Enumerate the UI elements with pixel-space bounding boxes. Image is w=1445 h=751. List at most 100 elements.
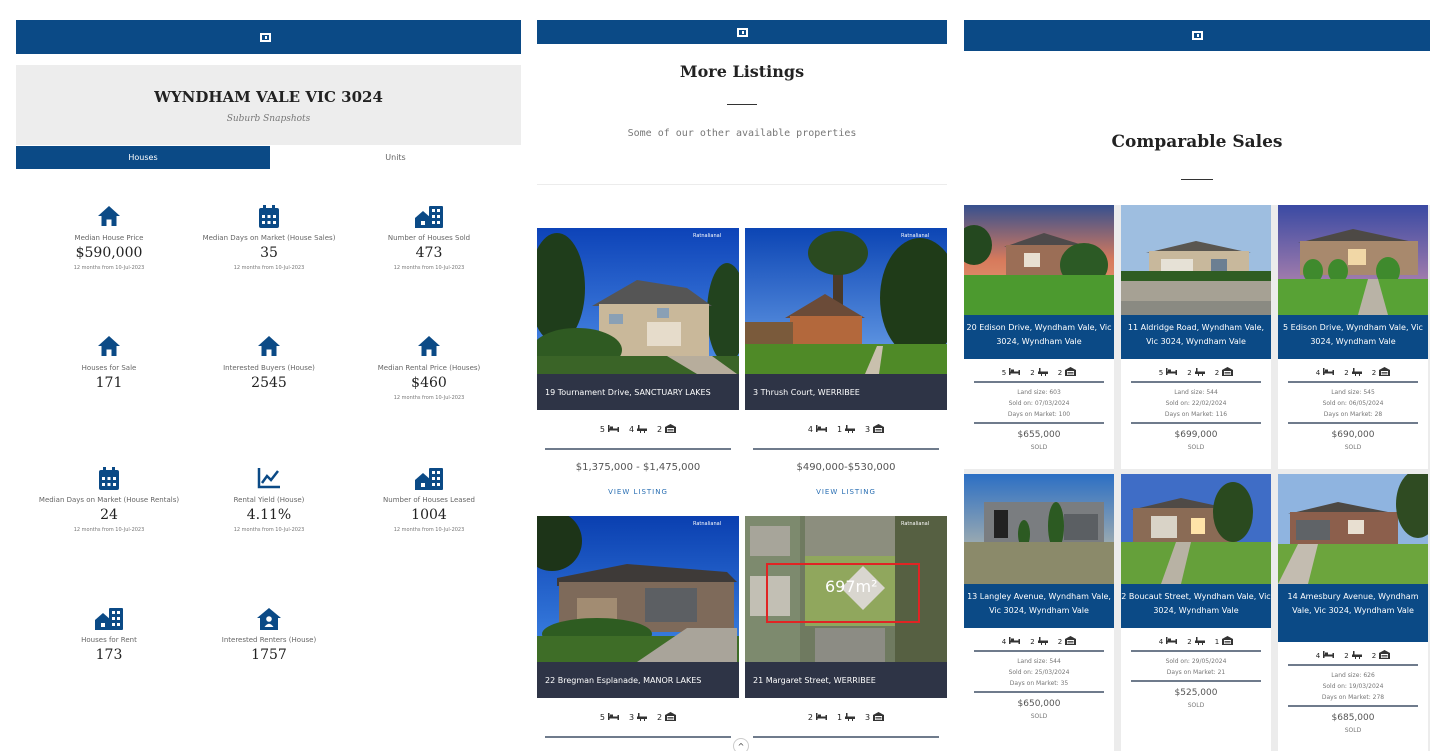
comparable-address[interactable]: 5 Edison Drive, Wyndham Vale, Vic 3024, …: [1278, 315, 1428, 359]
comparable-card[interactable]: 20 Edison Drive, Wyndham Vale, Vic 3024,…: [964, 205, 1114, 469]
listing-address[interactable]: 19 Tournament Drive, SANCTUARY LAKES: [537, 374, 739, 410]
brand-logo[interactable]: [1191, 31, 1203, 40]
listing-card[interactable]: 697m² Ratnalianal 21 Margaret Street, WERR…: [745, 516, 947, 751]
stat-item: Interested Renters (House) 1757: [189, 607, 349, 663]
comparable-photo[interactable]: [1278, 474, 1428, 584]
feature-cars: 2: [1215, 367, 1234, 378]
comparable-address[interactable]: 20 Edison Drive, Wyndham Vale, Vic 3024,…: [964, 315, 1114, 359]
stat-note: 12 months from 10-Jul-2023: [73, 527, 145, 533]
listing-photo[interactable]: Ratnalianal: [745, 228, 947, 374]
listing-photo[interactable]: Ratnalianal: [537, 516, 739, 662]
listing-photo[interactable]: 697m² Ratnalianal: [745, 516, 947, 662]
car-icon: [1222, 367, 1234, 378]
stat-label: Interested Renters (House): [221, 636, 317, 644]
feature-beds: 2: [808, 712, 827, 723]
listing-features: 2 1 3: [745, 712, 947, 723]
brand-logo[interactable]: [260, 32, 276, 42]
comparable-address[interactable]: 14 Amesbury Avenue, Wyndham Vale, Vic 30…: [1278, 584, 1428, 642]
feature-count: 4: [1315, 368, 1321, 377]
comparable-address[interactable]: 2 Boucaut Street, Wyndham Vale, Vic 3024…: [1121, 584, 1271, 628]
comparable-card[interactable]: 11 Aldridge Road, Wyndham Vale, Vic 3024…: [1121, 205, 1271, 469]
stat-value: 171: [95, 375, 123, 391]
feature-divider: [1288, 381, 1418, 383]
detail-line: Land size: 544: [1174, 389, 1218, 396]
bath-icon: [1037, 367, 1048, 378]
suburb-snapshot-panel: WYNDHAM VALE VIC 3024 Suburb Snapshots H…: [16, 0, 521, 751]
comparable-sales-panel: Comparable Sales 20 Edison Drive, Wyndha…: [964, 0, 1430, 751]
stat-note: 12 months from 10-Jul-2023: [393, 527, 465, 533]
sold-label: SOLD: [1344, 444, 1362, 451]
listing-features: 5 3 2: [537, 712, 739, 723]
listing-address[interactable]: 21 Margaret Street, WERRIBEE: [745, 662, 947, 698]
divider: [537, 184, 947, 185]
feature-count: 2: [1371, 651, 1377, 660]
car-icon: [873, 424, 885, 435]
stat-item: Number of Houses Leased 1004 12 months fro…: [349, 467, 509, 533]
bath-icon: [845, 712, 856, 723]
listing-address[interactable]: 3 Thrush Court, WERRIBEE: [745, 374, 947, 410]
car-icon: [665, 424, 677, 435]
bath-icon: [1351, 650, 1362, 661]
feature-baths: 2: [1030, 636, 1048, 647]
sold-label: SOLD: [1344, 727, 1362, 734]
section-title: More Listings: [679, 62, 805, 81]
feature-count: 2: [1187, 368, 1192, 377]
comparable-photo[interactable]: [1121, 474, 1271, 584]
comparable-photo[interactable]: [964, 205, 1114, 315]
house-icon: [29, 335, 189, 361]
comparable-features: 4 2 1: [1121, 636, 1271, 647]
stat-value: 1757: [251, 647, 287, 663]
stat-item: Median Days on Market (House Rentals) 24 1…: [29, 467, 189, 533]
title-rule: [727, 104, 757, 105]
comparable-photo[interactable]: [1121, 205, 1271, 315]
view-listing-link[interactable]: VIEW LISTING: [745, 488, 947, 496]
view-listing-link[interactable]: VIEW LISTING: [537, 488, 739, 496]
stat-label: Number of Houses Sold: [387, 234, 471, 242]
brand-logo[interactable]: [736, 27, 748, 37]
comparable-features: 4 2 2: [1278, 367, 1428, 378]
bath-icon: [845, 424, 856, 435]
details-divider: [1131, 680, 1261, 682]
feature-divider: [974, 650, 1104, 652]
listing-address[interactable]: 22 Bregman Esplanade, MANOR LAKES: [537, 662, 739, 698]
comparable-details: Land size: 544 Sold on: 22/02/2024 Days on…: [1121, 387, 1271, 420]
comparable-address[interactable]: 11 Aldridge Road, Wyndham Vale, Vic 3024…: [1121, 315, 1271, 359]
listing-card[interactable]: Ratnalianal 3 Thrush Court, WERRIBEE 4 1 3 $4…: [745, 228, 947, 514]
comparable-card[interactable]: 5 Edison Drive, Wyndham Vale, Vic 3024, …: [1278, 205, 1428, 469]
comparable-photo[interactable]: [964, 474, 1114, 584]
detail-line: Sold on: 22/02/2024: [1165, 400, 1227, 407]
suburb-subtitle: Suburb Snapshots: [226, 114, 311, 124]
bath-icon: [637, 424, 648, 435]
brand-header: [964, 20, 1430, 51]
listing-price: $490,000-$530,000: [796, 462, 896, 473]
comparable-card[interactable]: 14 Amesbury Avenue, Wyndham Vale, Vic 30…: [1278, 474, 1428, 751]
feature-baths: 2: [1187, 636, 1205, 647]
listing-card[interactable]: Ratnalianal 22 Bregman Esplanade, MANOR L…: [537, 516, 739, 751]
comparable-card[interactable]: 13 Langley Avenue, Wyndham Vale, Vic 302…: [964, 474, 1114, 751]
comparable-address[interactable]: 13 Langley Avenue, Wyndham Vale, Vic 302…: [964, 584, 1114, 628]
comparable-features: 5 2 2: [1121, 367, 1271, 378]
tab-units[interactable]: Units: [270, 146, 521, 169]
comparable-card[interactable]: 2 Boucaut Street, Wyndham Vale, Vic 3024…: [1121, 474, 1271, 751]
listing-photo[interactable]: Ratnalianal: [537, 228, 739, 374]
feature-baths: 1: [837, 712, 856, 723]
feature-cars: 3: [865, 712, 885, 723]
comparable-details: Sold on: 29/05/2024 Days on Market: 21: [1121, 656, 1271, 678]
suburb-header: WYNDHAM VALE VIC 3024 Suburb Snapshots: [16, 65, 521, 145]
stat-label: Median House Price: [74, 234, 144, 242]
bath-icon: [1194, 636, 1205, 647]
tab-houses[interactable]: Houses: [16, 146, 270, 169]
comparable-price: $525,000: [1174, 688, 1218, 698]
sold-label: SOLD: [1187, 702, 1205, 709]
scroll-top-button[interactable]: ^: [733, 738, 749, 751]
detail-line: Sold on: 07/03/2024: [1008, 400, 1070, 407]
comparable-photo[interactable]: [1278, 205, 1428, 315]
detail-line: Days on Market: 21: [1166, 669, 1226, 676]
stat-note: 12 months from 10-Jul-2023: [73, 265, 145, 271]
listing-card[interactable]: Ratnalianal 19 Tournament Drive, SANCTUAR…: [537, 228, 739, 514]
feature-divider: [1131, 381, 1261, 383]
stat-item: Median Rental Price (Houses) $460 12 month…: [349, 335, 509, 401]
stat-value: 2545: [251, 375, 287, 391]
brand-header: [16, 20, 521, 54]
sold-label: SOLD: [1187, 444, 1205, 451]
